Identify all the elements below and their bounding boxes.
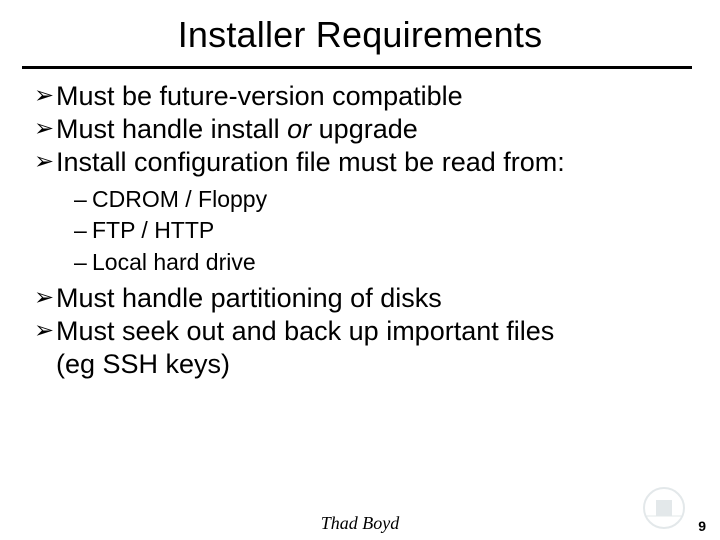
slide-title: Installer Requirements — [0, 0, 720, 66]
bullet-text: Must handle partitioning of disks — [56, 283, 700, 315]
chevron-right-icon: ➢ — [34, 114, 56, 144]
bullet-text: Install configuration file must be read … — [56, 147, 700, 179]
dash-icon: – — [74, 216, 92, 245]
sub-list: – CDROM / Floppy – FTP / HTTP – Local ha… — [34, 185, 700, 277]
bullet-item: ➢ Must handle partitioning of disks — [34, 283, 700, 315]
chevron-right-icon: ➢ — [34, 316, 56, 346]
sub-text: FTP / HTTP — [92, 216, 700, 245]
bullet-item: ➢ Must be future-version compatible — [34, 81, 700, 113]
sub-item: – CDROM / Floppy — [74, 185, 700, 214]
bullet-continuation: (eg SSH keys) — [56, 349, 700, 381]
sub-text: Local hard drive — [92, 248, 700, 277]
chevron-right-icon: ➢ — [34, 81, 56, 111]
bullet-item: ➢ Must handle install or upgrade — [34, 114, 700, 146]
dash-icon: – — [74, 185, 92, 214]
chevron-right-icon: ➢ — [34, 283, 56, 313]
bullet-text: Must handle install or upgrade — [56, 114, 700, 146]
bullet-text: Must seek out and back up important file… — [56, 316, 700, 348]
bullet-item: ➢ Must seek out and back up important fi… — [34, 316, 700, 348]
page-number: 9 — [698, 518, 706, 534]
bullet-text: Must be future-version compatible — [56, 81, 700, 113]
chevron-right-icon: ➢ — [34, 147, 56, 177]
sub-text: CDROM / Floppy — [92, 185, 700, 214]
sub-item: – Local hard drive — [74, 248, 700, 277]
slide: Installer Requirements ➢ Must be future-… — [0, 0, 720, 540]
slide-body: ➢ Must be future-version compatible ➢ Mu… — [0, 69, 720, 380]
sub-item: – FTP / HTTP — [74, 216, 700, 245]
bullet-item: ➢ Install configuration file must be rea… — [34, 147, 700, 179]
footer-author: Thad Boyd — [0, 513, 720, 534]
dash-icon: – — [74, 248, 92, 277]
